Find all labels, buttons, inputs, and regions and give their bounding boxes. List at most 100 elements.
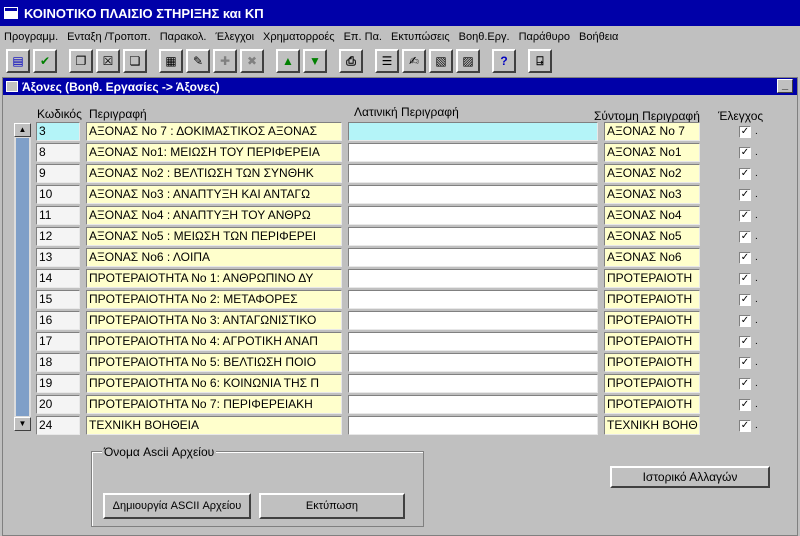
check-checkbox[interactable]: ✓ <box>739 210 751 222</box>
check-checkbox[interactable]: ✓ <box>739 378 751 390</box>
check-checkbox[interactable]: ✓ <box>739 420 751 432</box>
latin-description-field[interactable] <box>348 227 598 246</box>
menu-item-inclusion[interactable]: Ενταξη /Τροποπ. <box>67 31 151 43</box>
latin-description-field[interactable] <box>348 185 598 204</box>
copy-record-icon[interactable]: ❐ <box>69 49 93 73</box>
query-icon[interactable]: ▦ <box>159 49 183 73</box>
check-checkbox[interactable]: ✓ <box>739 231 751 243</box>
description-field[interactable]: ΑΞΟΝΑΣ Νο 7 : ΔΟΚΙΜΑΣΤΙΚΟΣ ΑΞΟΝΑΣ <box>86 122 342 141</box>
description-field[interactable]: ΑΞΟΝΑΣ Νο5 : ΜΕΙΩΣΗ ΤΩΝ ΠΕΡΙΦΕΡΕΙ <box>86 227 342 246</box>
code-field[interactable]: 15 <box>36 290 80 309</box>
latin-description-field[interactable] <box>348 269 598 288</box>
code-field[interactable]: 8 <box>36 143 80 162</box>
latin-description-field[interactable] <box>348 122 598 141</box>
description-field[interactable]: ΑΞΟΝΑΣ Νο1: ΜΕΙΩΣΗ ΤΟΥ ΠΕΡΙΦΕΡΕΙΑ <box>86 143 342 162</box>
check-checkbox[interactable]: ✓ <box>739 126 751 138</box>
latin-description-field[interactable] <box>348 353 598 372</box>
code-field[interactable]: 10 <box>36 185 80 204</box>
check-checkbox[interactable]: ✓ <box>739 315 751 327</box>
latin-description-field[interactable] <box>348 395 598 414</box>
short-description-field[interactable]: ΠΡΟΤΕΡΑΙΟΤΗ <box>604 290 700 309</box>
menu-item-ep-pa[interactable]: Επ. Πα. <box>344 31 382 43</box>
check-checkbox[interactable]: ✓ <box>739 399 751 411</box>
latin-description-field[interactable] <box>348 332 598 351</box>
check-checkbox[interactable]: ✓ <box>739 273 751 285</box>
menu-item-prints[interactable]: Εκτυπώσεις <box>391 31 450 43</box>
code-field[interactable]: 3 <box>36 122 80 141</box>
description-field[interactable]: ΠΡΟΤΕΡΑΙΟΤΗΤΑ Νο 3: ΑΝΤΑΓΩΝΙΣΤΙΚΟ <box>86 311 342 330</box>
latin-description-field[interactable] <box>348 416 598 435</box>
short-description-field[interactable]: ΑΞΟΝΑΣ Νο5 <box>604 227 700 246</box>
description-field[interactable]: ΑΞΟΝΑΣ Νο2 : ΒΕΛΤΙΩΣΗ ΤΩΝ ΣΥΝΘΗΚ <box>86 164 342 183</box>
code-field[interactable]: 17 <box>36 332 80 351</box>
code-field[interactable]: 24 <box>36 416 80 435</box>
description-field[interactable]: ΑΞΟΝΑΣ Νο6 : ΛΟΙΠΑ <box>86 248 342 267</box>
delete-record-icon[interactable]: ☒ <box>96 49 120 73</box>
description-field[interactable]: ΠΡΟΤΕΡΑΙΟΤΗΤΑ Νο 2: ΜΕΤΑΦΟΡΕΣ <box>86 290 342 309</box>
latin-description-field[interactable] <box>348 290 598 309</box>
menu-item-checks[interactable]: Έλεγχοι <box>215 31 254 43</box>
latin-description-field[interactable] <box>348 143 598 162</box>
code-field[interactable]: 16 <box>36 311 80 330</box>
clipboard-icon[interactable]: ▨ <box>456 49 480 73</box>
check-checkbox[interactable]: ✓ <box>739 189 751 201</box>
description-field[interactable]: ΠΡΟΤΕΡΑΙΟΤΗΤΑ Νο 1: ΑΝΘΡΩΠΙΝΟ ΔΥ <box>86 269 342 288</box>
code-field[interactable]: 11 <box>36 206 80 225</box>
check-checkbox[interactable]: ✓ <box>739 168 751 180</box>
short-description-field[interactable]: ΠΡΟΤΕΡΑΙΟΤΗ <box>604 269 700 288</box>
menu-item-programs[interactable]: Προγραμμ. <box>4 31 58 43</box>
insert-record-icon[interactable]: ✚ <box>213 49 237 73</box>
code-field[interactable]: 18 <box>36 353 80 372</box>
short-description-field[interactable]: ΠΡΟΤΕΡΑΙΟΤΗ <box>604 332 700 351</box>
description-field[interactable]: ΤΕΧΝΙΚΗ ΒΟΗΘΕΙΑ <box>86 416 342 435</box>
print-button[interactable]: Εκτύπωση <box>259 493 405 519</box>
description-field[interactable]: ΠΡΟΤΕΡΑΙΟΤΗΤΑ Νο 4: ΑΓΡΟΤΙΚΗ ΑΝΑΠ <box>86 332 342 351</box>
latin-description-field[interactable] <box>348 311 598 330</box>
code-field[interactable]: 14 <box>36 269 80 288</box>
code-field[interactable]: 20 <box>36 395 80 414</box>
exit-icon[interactable]: ⍈ <box>528 49 552 73</box>
minimize-button[interactable]: _ <box>777 79 793 93</box>
menu-item-aux-tasks[interactable]: Βοηθ.Εργ. <box>459 31 510 43</box>
latin-description-field[interactable] <box>348 374 598 393</box>
menu-item-help[interactable]: Βοήθεια <box>579 31 618 43</box>
menu-item-monitoring[interactable]: Παρακολ. <box>160 31 207 43</box>
code-field[interactable]: 13 <box>36 248 80 267</box>
short-description-field[interactable]: ΑΞΟΝΑΣ Νο6 <box>604 248 700 267</box>
description-field[interactable]: ΑΞΟΝΑΣ Νο3 : ΑΝΑΠΤΥΞΗ ΚΑΙ ΑΝΤΑΓΩ <box>86 185 342 204</box>
check-checkbox[interactable]: ✓ <box>739 336 751 348</box>
short-description-field[interactable]: ΑΞΟΝΑΣ Νο 7 <box>604 122 700 141</box>
check-icon[interactable]: ✔ <box>33 49 57 73</box>
list-icon[interactable]: ☰ <box>375 49 399 73</box>
latin-description-field[interactable] <box>348 206 598 225</box>
short-description-field[interactable]: ΑΞΟΝΑΣ Νο3 <box>604 185 700 204</box>
check-checkbox[interactable]: ✓ <box>739 252 751 264</box>
document-icon[interactable]: ▧ <box>429 49 453 73</box>
short-description-field[interactable]: ΠΡΟΤΕΡΑΙΟΤΗ <box>604 353 700 372</box>
description-field[interactable]: ΠΡΟΤΕΡΑΙΟΤΗΤΑ Νο 7: ΠΕΡΙΦΕΡΕΙΑΚΗ <box>86 395 342 414</box>
latin-description-field[interactable] <box>348 164 598 183</box>
notes-icon[interactable]: ✍ <box>402 49 426 73</box>
help-icon[interactable]: ? <box>492 49 516 73</box>
up-arrow-icon[interactable]: ▲ <box>276 49 300 73</box>
code-field[interactable]: 9 <box>36 164 80 183</box>
create-ascii-button[interactable]: Δημιουργία ASCII Αρχείου <box>103 493 251 519</box>
scroll-up-icon[interactable]: ▲ <box>14 123 31 137</box>
check-checkbox[interactable]: ✓ <box>739 147 751 159</box>
check-checkbox[interactable]: ✓ <box>739 294 751 306</box>
menu-item-window[interactable]: Παράθυρο <box>519 31 570 43</box>
description-field[interactable]: ΠΡΟΤΕΡΑΙΟΤΗΤΑ Νο 6: ΚΟΙΝΩΝΙΑ ΤΗΣ Π <box>86 374 342 393</box>
description-field[interactable]: ΑΞΟΝΑΣ Νο4 : ΑΝΑΠΤΥΞΗ ΤΟΥ ΑΝΘΡΩ <box>86 206 342 225</box>
paste-record-icon[interactable]: ❏ <box>123 49 147 73</box>
short-description-field[interactable]: ΠΡΟΤΕΡΑΙΟΤΗ <box>604 311 700 330</box>
check-checkbox[interactable]: ✓ <box>739 357 751 369</box>
short-description-field[interactable]: ΑΞΟΝΑΣ Νο2 <box>604 164 700 183</box>
description-field[interactable]: ΠΡΟΤΕΡΑΙΟΤΗΤΑ Νο 5: ΒΕΛΤΙΩΣΗ ΠΟΙΟ <box>86 353 342 372</box>
change-history-button[interactable]: Ιστορικό Αλλαγών <box>610 466 770 488</box>
short-description-field[interactable]: ΠΡΟΤΕΡΑΙΟΤΗ <box>604 374 700 393</box>
scroll-thumb[interactable] <box>16 138 29 416</box>
remove-record-icon[interactable]: ✖ <box>240 49 264 73</box>
short-description-field[interactable]: ΑΞΟΝΑΣ Νο1 <box>604 143 700 162</box>
short-description-field[interactable]: ΤΕΧΝΙΚΗ ΒΟΗΘ <box>604 416 700 435</box>
records-scrollbar[interactable]: ▲ ▼ <box>14 123 31 431</box>
